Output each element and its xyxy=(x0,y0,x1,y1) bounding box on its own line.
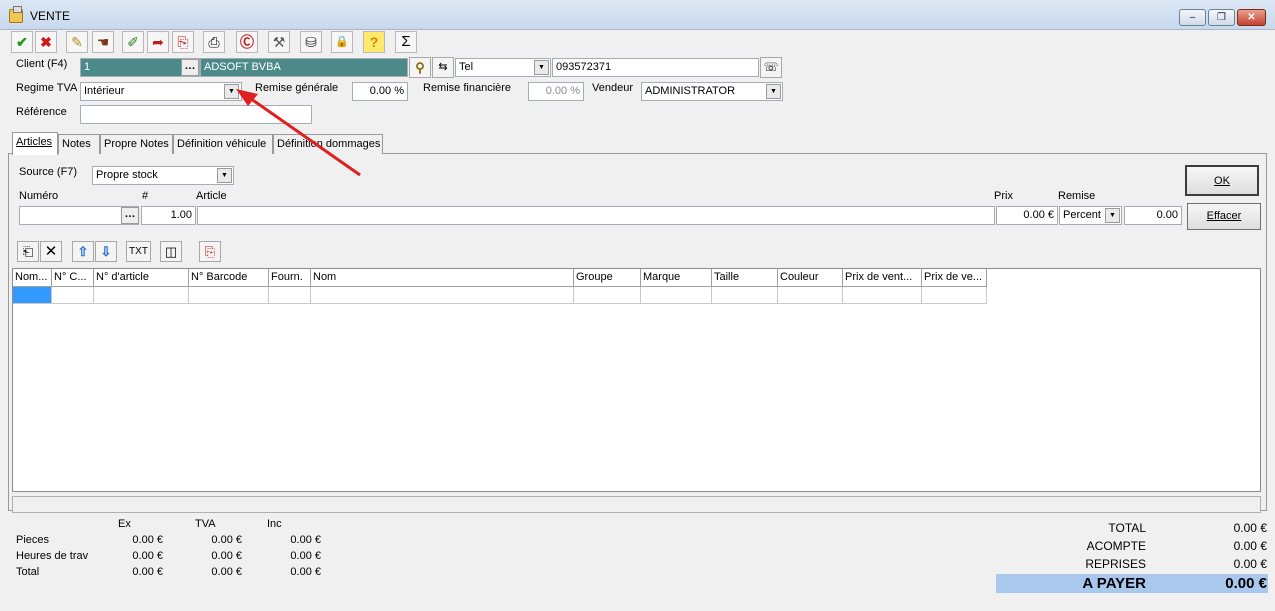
annotation-arrow xyxy=(236,89,361,177)
